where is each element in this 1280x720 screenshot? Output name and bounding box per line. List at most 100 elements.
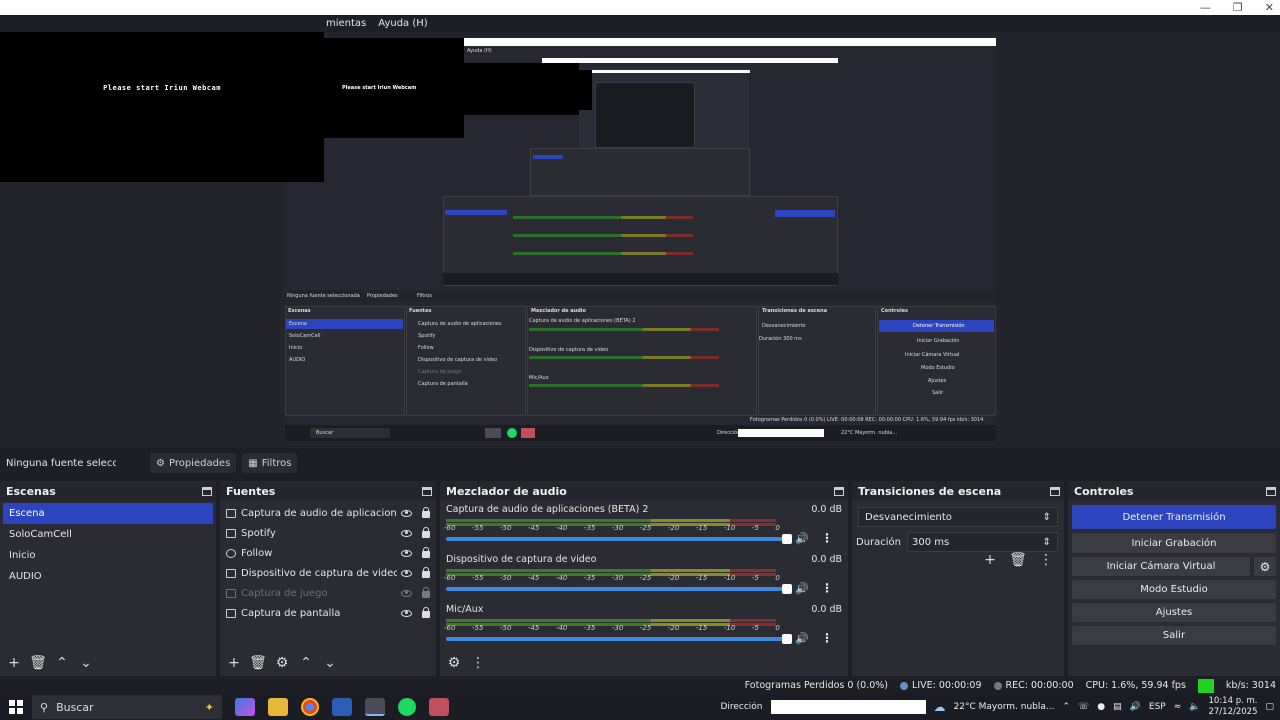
move-down-icon[interactable]: ⌄ <box>320 654 340 672</box>
eye-icon[interactable] <box>401 609 412 617</box>
eye-hidden-icon[interactable] <box>401 589 412 597</box>
undock-icon[interactable] <box>1266 486 1276 496</box>
volume-slider[interactable] <box>446 584 792 594</box>
volume-slider-handle[interactable] <box>782 534 792 544</box>
lock-icon[interactable] <box>422 507 430 518</box>
undock-icon[interactable] <box>834 486 844 496</box>
source-item[interactable]: Captura de pantalla <box>220 603 436 623</box>
eye-icon[interactable] <box>401 569 412 577</box>
menu-item-tools[interactable]: mientas <box>326 18 366 29</box>
chevron-up-icon[interactable]: ⌃ <box>1062 702 1070 712</box>
updown-icon[interactable]: ⇕ <box>1043 537 1051 548</box>
stop-stream-button[interactable]: Detener Transmisión <box>1072 505 1276 529</box>
more-icon[interactable]: ⋮ <box>821 632 833 644</box>
windows-taskbar: ⚲ Buscar ✦ Dirección ☁ 22°C Mayorm. nubl… <box>0 694 1280 720</box>
source-item[interactable]: Follow <box>220 543 436 563</box>
headset-icon[interactable]: ☏ <box>1078 702 1089 712</box>
start-icon[interactable] <box>9 700 23 714</box>
eye-icon[interactable] <box>401 529 412 537</box>
meter-scale-label: -20 <box>667 524 680 532</box>
meter-scale-label: -50 <box>499 624 512 632</box>
move-down-icon[interactable]: ⌄ <box>76 654 96 672</box>
gear-icon[interactable]: ⚙ <box>272 654 292 672</box>
weather-label[interactable]: 22°C Mayorm. nubla... <box>954 702 1055 712</box>
meter-scale-label: -55 <box>471 574 484 582</box>
duration-input[interactable]: 300 ms ⇕ <box>907 532 1058 552</box>
eye-icon[interactable] <box>401 549 412 557</box>
more-icon[interactable]: ⋮ <box>468 654 488 672</box>
scene-item-audio[interactable]: AUDIO <box>3 566 213 587</box>
eye-icon[interactable] <box>401 509 412 517</box>
undock-icon[interactable] <box>422 486 432 496</box>
speaker-icon[interactable]: 🔊 <box>795 532 809 545</box>
settings-button[interactable]: Ajustes <box>1072 603 1276 622</box>
start-recording-button[interactable]: Iniciar Grabación <box>1072 533 1276 553</box>
lock-icon[interactable] <box>422 527 430 538</box>
lock-icon[interactable] <box>422 607 430 618</box>
volume-slider-handle[interactable] <box>782 634 792 644</box>
undock-icon[interactable] <box>202 486 212 496</box>
filters-button[interactable]: ▦ Filtros <box>242 453 298 473</box>
taskbar-search[interactable]: ⚲ Buscar ✦ <box>32 695 222 719</box>
obs-icon[interactable] <box>365 698 385 716</box>
speaker-icon[interactable]: 🔈 <box>1189 702 1200 712</box>
close-icon[interactable]: ✕ <box>1265 1 1274 14</box>
lock-icon[interactable] <box>422 567 430 578</box>
network-icon[interactable]: ▤ <box>1113 702 1122 712</box>
file-explorer-icon[interactable] <box>268 698 288 716</box>
source-item[interactable]: Captura de juego <box>220 583 436 603</box>
trash-icon[interactable]: 🗑 <box>248 654 268 672</box>
move-up-icon[interactable]: ⌃ <box>52 654 72 672</box>
wifi-icon[interactable]: ≈ <box>1174 702 1182 712</box>
scene-item-inicio[interactable]: Inicio <box>3 545 213 566</box>
source-item[interactable]: Dispositivo de captura de video <box>220 563 436 583</box>
add-scene-icon[interactable]: + <box>4 654 24 672</box>
add-transition-icon[interactable]: + <box>980 551 1000 569</box>
volume-icon[interactable]: 🔊 <box>1130 702 1141 712</box>
more-icon[interactable]: ⋮ <box>1036 551 1056 569</box>
move-up-icon[interactable]: ⌃ <box>296 654 316 672</box>
speaker-icon[interactable]: 🔊 <box>795 632 809 645</box>
speaker-icon[interactable]: 🔊 <box>795 582 809 595</box>
properties-button[interactable]: ⚙ Propiedades <box>150 453 237 473</box>
start-virtual-camera-button[interactable]: Iniciar Cámara Virtual <box>1072 557 1250 576</box>
clock[interactable]: 10:14 p. m. 27/12/2025 <box>1208 696 1257 718</box>
source-toolbar: Ninguna fuente seleccionad ⚙ Propiedades… <box>0 452 1280 474</box>
studio-mode-button[interactable]: Modo Estudio <box>1072 580 1276 599</box>
microphone-icon[interactable]: ● <box>1097 702 1105 712</box>
add-source-icon[interactable]: + <box>224 654 244 672</box>
streaming-app-icon[interactable] <box>429 698 449 716</box>
copilot-app-icon[interactable] <box>235 698 255 716</box>
source-item[interactable]: Captura de audio de aplicaciones (BETA) <box>220 503 436 523</box>
more-icon[interactable]: ⋮ <box>821 582 833 594</box>
undock-icon[interactable] <box>1050 486 1060 496</box>
restore-icon[interactable]: ❐ <box>1233 1 1243 14</box>
meter-scale-label: -40 <box>555 624 568 632</box>
volume-slider[interactable] <box>446 534 792 544</box>
advanced-audio-icon[interactable]: ⚙ <box>444 654 464 672</box>
word-icon[interactable] <box>332 698 352 716</box>
transition-select[interactable]: Desvanecimiento ⇕ <box>858 507 1058 527</box>
address-input[interactable] <box>770 700 926 714</box>
volume-slider[interactable] <box>446 634 792 644</box>
language-label[interactable]: ESP <box>1149 702 1166 712</box>
scene-item-escena[interactable]: Escena <box>3 503 213 524</box>
trash-icon[interactable]: 🗑 <box>28 654 48 672</box>
lock-icon[interactable] <box>422 587 430 598</box>
nested-preview-capture: Please start Iriun Webcam Ayuda (H) Ning… <box>285 38 996 441</box>
exit-button[interactable]: Salir <box>1072 626 1276 645</box>
menu-item-help[interactable]: Ayuda (H) <box>378 18 427 29</box>
notifications-icon[interactable]: ▢ <box>1265 702 1274 712</box>
lock-icon[interactable] <box>422 547 430 558</box>
scene-item-solocamcell[interactable]: SoloCamCell <box>3 524 213 545</box>
chrome-icon[interactable] <box>301 698 319 716</box>
gear-icon[interactable]: ⚙ <box>1254 557 1276 576</box>
trash-icon[interactable]: 🗑 <box>1008 551 1028 569</box>
volume-slider-handle[interactable] <box>782 584 792 594</box>
spotify-icon[interactable] <box>398 698 416 716</box>
more-icon[interactable]: ⋮ <box>821 532 833 544</box>
minimize-icon[interactable]: — <box>1200 1 1211 14</box>
source-name: Captura de audio de aplicaciones (BETA) <box>241 507 397 519</box>
source-item[interactable]: Spotify <box>220 523 436 543</box>
preview-area[interactable]: Please start Iriun Webcam Ayuda (H) Ning… <box>0 32 1280 448</box>
